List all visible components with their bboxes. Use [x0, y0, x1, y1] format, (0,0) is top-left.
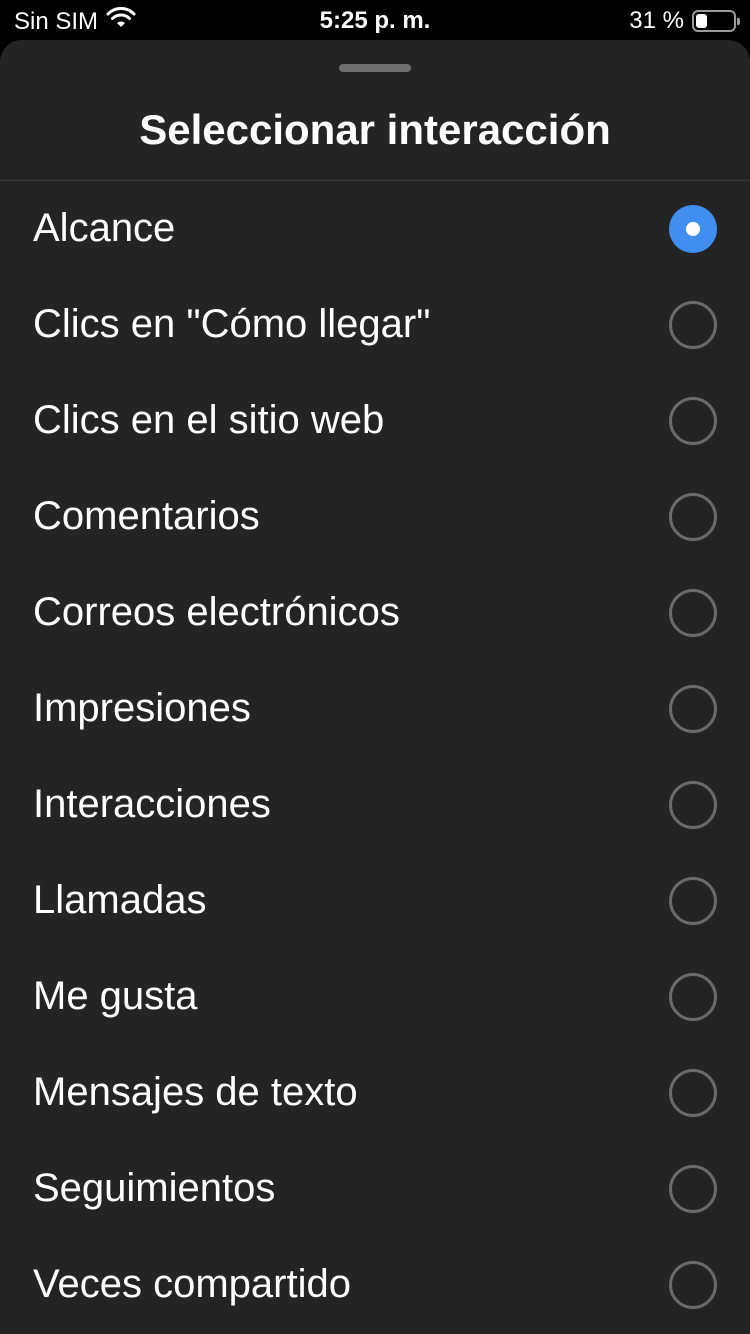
radio-unselected-icon[interactable]	[669, 1165, 717, 1213]
battery-percent: 31 %	[629, 7, 684, 34]
option-row[interactable]: Me gusta	[0, 949, 750, 1045]
battery-icon	[692, 10, 740, 32]
option-label: Correos electrónicos	[33, 590, 400, 634]
option-label: Seguimientos	[33, 1166, 276, 1210]
radio-unselected-icon[interactable]	[669, 493, 717, 541]
option-label: Impresiones	[33, 686, 251, 730]
radio-unselected-icon[interactable]	[669, 877, 717, 925]
option-label: Interacciones	[33, 782, 271, 826]
option-label: Veces compartido	[33, 1262, 351, 1306]
option-row[interactable]: Comentarios	[0, 469, 750, 565]
sheet-title: Seleccionar interacción	[139, 106, 611, 153]
radio-dot-icon	[686, 222, 700, 236]
option-row[interactable]: Interacciones	[0, 757, 750, 853]
radio-selected-icon[interactable]	[669, 205, 717, 253]
option-label: Llamadas	[33, 878, 207, 922]
option-row[interactable]: Clics en "Cómo llegar"	[0, 277, 750, 373]
bottom-sheet: Seleccionar interacción Alcance Clics en …	[0, 40, 750, 1334]
radio-unselected-icon[interactable]	[669, 781, 717, 829]
option-label: Comentarios	[33, 494, 260, 538]
option-label: Clics en el sitio web	[33, 398, 385, 442]
radio-unselected-icon[interactable]	[669, 1069, 717, 1117]
radio-unselected-icon[interactable]	[669, 1261, 717, 1309]
interaction-option-list: Alcance Clics en "Cómo llegar" Clics en el…	[0, 181, 750, 1333]
option-label: Clics en "Cómo llegar"	[33, 302, 431, 346]
sheet-grabber[interactable]	[339, 64, 411, 72]
battery-fill	[696, 14, 707, 28]
option-label: Me gusta	[33, 974, 198, 1018]
radio-unselected-icon[interactable]	[669, 397, 717, 445]
option-label: Mensajes de texto	[33, 1070, 358, 1114]
radio-unselected-icon[interactable]	[669, 301, 717, 349]
option-row[interactable]: Clics en el sitio web	[0, 373, 750, 469]
option-row[interactable]: Seguimientos	[0, 1141, 750, 1237]
option-row[interactable]: Impresiones	[0, 661, 750, 757]
radio-unselected-icon[interactable]	[669, 973, 717, 1021]
radio-unselected-icon[interactable]	[669, 685, 717, 733]
option-row[interactable]: Llamadas	[0, 853, 750, 949]
option-row[interactable]: Alcance	[0, 181, 750, 277]
status-right: 31 %	[629, 7, 740, 35]
status-bar: Sin SIM 5:25 p. m. 31 %	[0, 0, 750, 40]
option-row[interactable]: Veces compartido	[0, 1237, 750, 1333]
option-label: Alcance	[33, 206, 176, 250]
option-row[interactable]: Mensajes de texto	[0, 1045, 750, 1141]
radio-unselected-icon[interactable]	[669, 589, 717, 637]
option-row[interactable]: Correos electrónicos	[0, 565, 750, 661]
